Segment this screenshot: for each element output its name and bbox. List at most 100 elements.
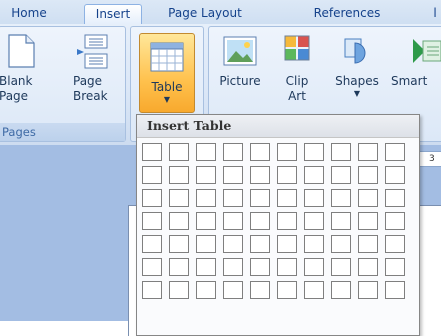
- blank-page-button[interactable]: Blank Page: [0, 31, 41, 104]
- table-grid-cell[interactable]: [223, 258, 243, 276]
- shapes-button[interactable]: Shapes ▼: [329, 31, 385, 99]
- table-grid-cell[interactable]: [250, 258, 270, 276]
- pages-group-label: Pages: [0, 123, 125, 141]
- table-grid-cell[interactable]: [142, 143, 162, 161]
- table-grid-cell[interactable]: [385, 189, 405, 207]
- table-grid-cell[interactable]: [169, 281, 189, 299]
- smartart-label: Smart: [391, 74, 428, 88]
- table-grid-cell[interactable]: [304, 212, 324, 230]
- table-grid-cell[interactable]: [358, 212, 378, 230]
- table-grid-cell[interactable]: [277, 166, 297, 184]
- table-grid-cell[interactable]: [250, 281, 270, 299]
- table-grid-cell[interactable]: [358, 258, 378, 276]
- table-grid-cell[interactable]: [385, 258, 405, 276]
- table-icon: [150, 42, 184, 72]
- table-grid-cell[interactable]: [304, 189, 324, 207]
- table-grid-cell[interactable]: [223, 143, 243, 161]
- table-grid-cell[interactable]: [304, 258, 324, 276]
- table-grid-cell[interactable]: [277, 212, 297, 230]
- table-grid-cell[interactable]: [169, 212, 189, 230]
- picture-label: Picture: [219, 74, 261, 88]
- table-grid-cell[interactable]: [331, 166, 351, 184]
- table-grid-cell[interactable]: [331, 235, 351, 253]
- table-grid-cell[interactable]: [358, 235, 378, 253]
- table-grid-cell[interactable]: [142, 166, 162, 184]
- table-grid-cell[interactable]: [304, 235, 324, 253]
- table-grid-cell[interactable]: [304, 281, 324, 299]
- table-grid-cell[interactable]: [277, 235, 297, 253]
- table-grid-cell[interactable]: [358, 189, 378, 207]
- table-button[interactable]: Table ▼: [139, 33, 195, 113]
- chevron-down-icon: ▼: [163, 95, 171, 104]
- insert-table-title: Insert Table: [137, 115, 419, 138]
- table-label: Table: [151, 80, 183, 94]
- table-grid-cell[interactable]: [358, 143, 378, 161]
- table-grid-cell[interactable]: [223, 189, 243, 207]
- table-grid-cell[interactable]: [169, 235, 189, 253]
- table-grid-cell[interactable]: [250, 235, 270, 253]
- table-grid-cell[interactable]: [250, 143, 270, 161]
- table-grid-cell[interactable]: [358, 166, 378, 184]
- table-grid-cell[interactable]: [331, 189, 351, 207]
- clip-art-icon: [284, 35, 310, 61]
- table-grid-cell[interactable]: [196, 143, 216, 161]
- table-grid-cell[interactable]: [250, 212, 270, 230]
- table-grid-cell[interactable]: [169, 166, 189, 184]
- table-grid-cell[interactable]: [277, 189, 297, 207]
- table-grid-cell[interactable]: [169, 143, 189, 161]
- table-grid-cell[interactable]: [196, 166, 216, 184]
- table-grid-cell[interactable]: [385, 281, 405, 299]
- picture-icon: [223, 36, 257, 66]
- table-grid-cell[interactable]: [277, 281, 297, 299]
- tab-page-layout[interactable]: Page Layout: [160, 4, 250, 24]
- table-grid-cell[interactable]: [142, 235, 162, 253]
- page-break-icon: [77, 34, 108, 69]
- table-grid-cell[interactable]: [223, 166, 243, 184]
- table-grid-cell[interactable]: [223, 235, 243, 253]
- ribbon-tab-bar: Home Insert Page Layout References l: [0, 0, 441, 25]
- table-grid-cell[interactable]: [277, 143, 297, 161]
- clip-art-label: Clip Art: [285, 74, 309, 103]
- page-break-label: Page Break: [73, 74, 108, 103]
- table-grid-cell[interactable]: [169, 189, 189, 207]
- shapes-chevron-down-icon: ▼: [353, 89, 361, 98]
- tab-references[interactable]: References: [306, 4, 388, 24]
- insert-table-dropdown: Insert Table: [136, 114, 420, 336]
- table-grid-cell[interactable]: [223, 281, 243, 299]
- table-grid-cell[interactable]: [196, 258, 216, 276]
- table-grid-cell[interactable]: [277, 258, 297, 276]
- table-grid-cell[interactable]: [196, 281, 216, 299]
- ruler-right-mark: 3: [429, 154, 435, 164]
- table-grid-cell[interactable]: [196, 235, 216, 253]
- table-grid-cell[interactable]: [250, 189, 270, 207]
- smartart-icon: [413, 39, 441, 63]
- page-break-button[interactable]: Page Break: [69, 31, 117, 104]
- table-grid-cell[interactable]: [331, 258, 351, 276]
- table-grid-cell[interactable]: [304, 143, 324, 161]
- table-grid-cell[interactable]: [196, 212, 216, 230]
- table-grid-cell[interactable]: [223, 212, 243, 230]
- tab-home[interactable]: Home: [4, 4, 54, 24]
- table-grid-cell[interactable]: [385, 212, 405, 230]
- clip-art-button[interactable]: Clip Art: [277, 31, 317, 104]
- table-grid-cell[interactable]: [304, 166, 324, 184]
- tab-insert[interactable]: Insert: [84, 4, 142, 25]
- table-grid-cell[interactable]: [385, 166, 405, 184]
- table-grid-cell[interactable]: [331, 281, 351, 299]
- table-grid-cell[interactable]: [196, 189, 216, 207]
- smartart-button[interactable]: Smart: [391, 31, 441, 89]
- table-grid-cell[interactable]: [358, 281, 378, 299]
- blank-page-icon: [8, 34, 35, 68]
- table-grid-cell[interactable]: [142, 281, 162, 299]
- tab-mailings-partial[interactable]: l: [430, 4, 440, 24]
- table-grid-cell[interactable]: [169, 258, 189, 276]
- picture-button[interactable]: Picture: [215, 31, 265, 89]
- table-grid-cell[interactable]: [385, 235, 405, 253]
- table-grid-cell[interactable]: [142, 212, 162, 230]
- table-grid-cell[interactable]: [142, 189, 162, 207]
- table-grid-cell[interactable]: [331, 212, 351, 230]
- table-grid-cell[interactable]: [331, 143, 351, 161]
- table-grid-cell[interactable]: [250, 166, 270, 184]
- table-grid-cell[interactable]: [385, 143, 405, 161]
- table-grid-cell[interactable]: [142, 258, 162, 276]
